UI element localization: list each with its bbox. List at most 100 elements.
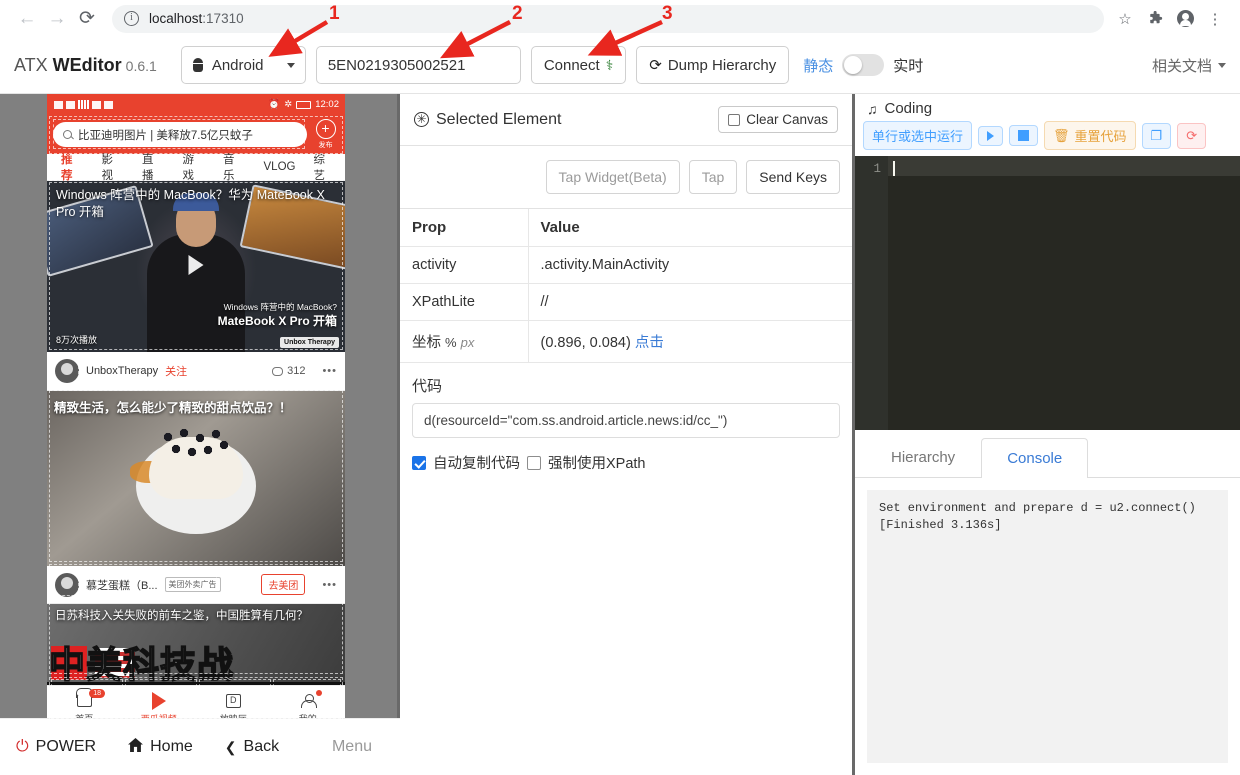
video-card[interactable]: Windows 阵营中的 MacBook？华为 MateBook X Pro 开… bbox=[47, 181, 345, 352]
tech-card[interactable]: 中美科技战 日苏科技入关失败的前车之鉴，中国胜算有几何？ bbox=[47, 604, 345, 682]
plus-icon: + bbox=[315, 119, 336, 139]
coord-unit-px[interactable]: px bbox=[461, 335, 475, 350]
related-docs-label: 相关文档 bbox=[1151, 57, 1212, 75]
publish-label: 发布 bbox=[318, 142, 333, 149]
avatar[interactable] bbox=[55, 572, 79, 597]
watermark-line-2: MateBook X Pro 开箱 bbox=[217, 314, 337, 328]
app-toolbar: ATX WEditor0.6.1 Android Connect ⚕ ⟳ Dum… bbox=[0, 37, 1240, 94]
follow-button[interactable]: 关注 bbox=[165, 363, 187, 379]
device-serial-input[interactable] bbox=[315, 46, 521, 84]
table-row: XPathLite // bbox=[400, 283, 852, 321]
phone-tab-4[interactable]: 音乐 bbox=[214, 151, 255, 183]
phone-tab-6[interactable]: 综艺 bbox=[304, 151, 345, 183]
tap-widget-button[interactable]: Tap Widget(Beta) bbox=[545, 160, 680, 194]
tech-card-big-text: 中美科技战 bbox=[48, 643, 235, 682]
related-docs-dropdown[interactable]: 相关文档 bbox=[1152, 55, 1226, 76]
back-button[interactable]: ❮ Back bbox=[209, 738, 295, 756]
profile-dot-badge bbox=[315, 689, 322, 696]
generated-code-box[interactable]: d(resourceId="com.ss.android.article.new… bbox=[412, 403, 840, 438]
phone-tab-0[interactable]: 推荐 bbox=[52, 151, 93, 183]
phone-tab-5[interactable]: VLOG bbox=[255, 161, 305, 173]
more-options-icon[interactable]: ••• bbox=[322, 365, 337, 377]
tab-hierarchy[interactable]: Hierarchy bbox=[865, 437, 981, 477]
video-author[interactable]: UnboxTherapy bbox=[86, 365, 158, 377]
browser-reload-icon[interactable]: ⟳ bbox=[72, 4, 102, 34]
coord-unit-percent[interactable]: % bbox=[445, 335, 457, 350]
power-button[interactable]: ⏻ POWER bbox=[0, 738, 112, 756]
more-options-icon[interactable]: ••• bbox=[322, 579, 337, 591]
url-host: localhost bbox=[149, 11, 203, 26]
menu-button[interactable]: Menu bbox=[316, 738, 400, 756]
site-info-icon[interactable]: i bbox=[124, 11, 139, 26]
copy-code-button[interactable]: ❐ bbox=[1141, 122, 1172, 149]
run-selection-label: 单行或选中运行 bbox=[872, 129, 964, 144]
status-right-icons: ⏰ ✲ 12:02 bbox=[268, 99, 339, 110]
food-author[interactable]: 慕芝蛋糕（B... bbox=[86, 577, 158, 593]
code-section-label: 代码 bbox=[412, 378, 443, 395]
connect-label: Connect bbox=[543, 56, 600, 74]
auto-copy-checkbox[interactable] bbox=[412, 455, 426, 470]
editor-gutter: 1 bbox=[855, 156, 888, 430]
run-button[interactable] bbox=[978, 125, 1004, 146]
brand-prefix: ATX bbox=[14, 54, 53, 75]
connect-button[interactable]: Connect ⚕ bbox=[530, 46, 627, 84]
element-properties-table: Prop Value activity .activity.MainActivi… bbox=[400, 209, 852, 363]
reload-icon: ⟳ bbox=[1186, 127, 1198, 143]
phone-tab-3[interactable]: 游戏 bbox=[174, 151, 215, 183]
browser-menu-icon[interactable]: ⋮ bbox=[1202, 6, 1228, 32]
coding-header: ♫ Coding bbox=[855, 94, 1240, 117]
food-card[interactable]: 精致生活，怎么能少了精致的甜点饮品？！ bbox=[47, 391, 345, 566]
static-live-toggle[interactable] bbox=[842, 54, 885, 76]
browser-forward-icon[interactable]: → bbox=[42, 4, 72, 34]
play-icon[interactable] bbox=[188, 254, 204, 275]
platform-select[interactable]: Android bbox=[180, 46, 306, 84]
stop-button[interactable] bbox=[1009, 125, 1039, 146]
bookmark-star-icon[interactable]: ☆ bbox=[1112, 6, 1138, 32]
reload-code-button[interactable]: ⟳ bbox=[1177, 122, 1207, 149]
tab-console[interactable]: Console bbox=[981, 437, 1089, 478]
phone-search-box[interactable]: 比亚迪明图片 | 美释放7.5亿只蚊子 bbox=[53, 122, 307, 147]
bluetooth-icon: ✲ bbox=[284, 99, 293, 110]
phone-status-bar: ⏰ ✲ 12:02 bbox=[47, 94, 345, 115]
main-area: ⏰ ✲ 12:02 比亚迪明图片 | 美释放7.5亿只蚊子 + 发布 推荐 影视 … bbox=[0, 94, 1240, 775]
stop-icon bbox=[1018, 130, 1030, 141]
home-button[interactable]: Home bbox=[112, 738, 209, 756]
clear-canvas-button[interactable]: Clear Canvas bbox=[718, 106, 838, 133]
screening-icon: D bbox=[225, 693, 241, 708]
browser-back-icon[interactable]: ← bbox=[12, 4, 42, 34]
prop-name-xpathlite: XPathLite bbox=[400, 283, 529, 321]
phone-search-row: 比亚迪明图片 | 美释放7.5亿只蚊子 + 发布 bbox=[47, 115, 345, 154]
comment-count[interactable]: 312 bbox=[272, 365, 305, 377]
clear-canvas-label: Clear Canvas bbox=[746, 112, 828, 127]
extensions-puzzle-icon[interactable] bbox=[1142, 6, 1168, 32]
avatar[interactable] bbox=[55, 359, 79, 383]
brand-name: WEditor bbox=[52, 54, 122, 75]
col-header-value: Value bbox=[528, 209, 852, 247]
dump-hierarchy-button[interactable]: ⟳ Dump Hierarchy bbox=[636, 46, 790, 84]
run-selection-button[interactable]: 单行或选中运行 bbox=[863, 121, 973, 150]
phone-publish-button[interactable]: + 发布 bbox=[312, 119, 339, 150]
device-canvas-column: ⏰ ✲ 12:02 比亚迪明图片 | 美释放7.5亿只蚊子 + 发布 推荐 影视 … bbox=[0, 94, 400, 775]
phone-tab-2[interactable]: 直播 bbox=[133, 151, 174, 183]
meituan-cta-button[interactable]: 去美团 bbox=[261, 574, 306, 595]
send-keys-button[interactable]: Send Keys bbox=[746, 160, 840, 194]
coding-column: ♫ Coding 单行或选中运行 🗑 重置代码 ❐ ⟳ 1 Hierarchy … bbox=[855, 94, 1240, 775]
device-screenshot[interactable]: ⏰ ✲ 12:02 比亚迪明图片 | 美释放7.5亿只蚊子 + 发布 推荐 影视 … bbox=[47, 94, 345, 729]
url-port: :17310 bbox=[202, 11, 244, 26]
food-card-footer: 慕芝蛋糕（B... 美团外卖广告 去美团 ••• bbox=[47, 566, 345, 604]
phone-tab-1[interactable]: 影视 bbox=[93, 151, 134, 183]
address-bar[interactable]: i localhost:17310 bbox=[112, 4, 1104, 33]
play-icon bbox=[987, 130, 995, 141]
play-icon bbox=[151, 691, 166, 710]
console-output: Set environment and prepare d = u2.conne… bbox=[867, 489, 1228, 763]
chevron-down-icon bbox=[1218, 62, 1226, 68]
force-xpath-checkbox[interactable] bbox=[527, 455, 541, 470]
phone-category-tabs: 推荐 影视 直播 游戏 音乐 VLOG 综艺 bbox=[47, 151, 345, 183]
editor-body[interactable] bbox=[888, 156, 1240, 430]
coord-click-link[interactable]: 点击 bbox=[635, 335, 664, 351]
table-header-row: Prop Value bbox=[400, 209, 852, 247]
tap-button[interactable]: Tap bbox=[688, 160, 738, 194]
code-editor[interactable]: 1 bbox=[855, 156, 1240, 430]
profile-avatar-icon[interactable] bbox=[1172, 6, 1198, 32]
reset-code-button[interactable]: 🗑 重置代码 bbox=[1044, 121, 1136, 150]
